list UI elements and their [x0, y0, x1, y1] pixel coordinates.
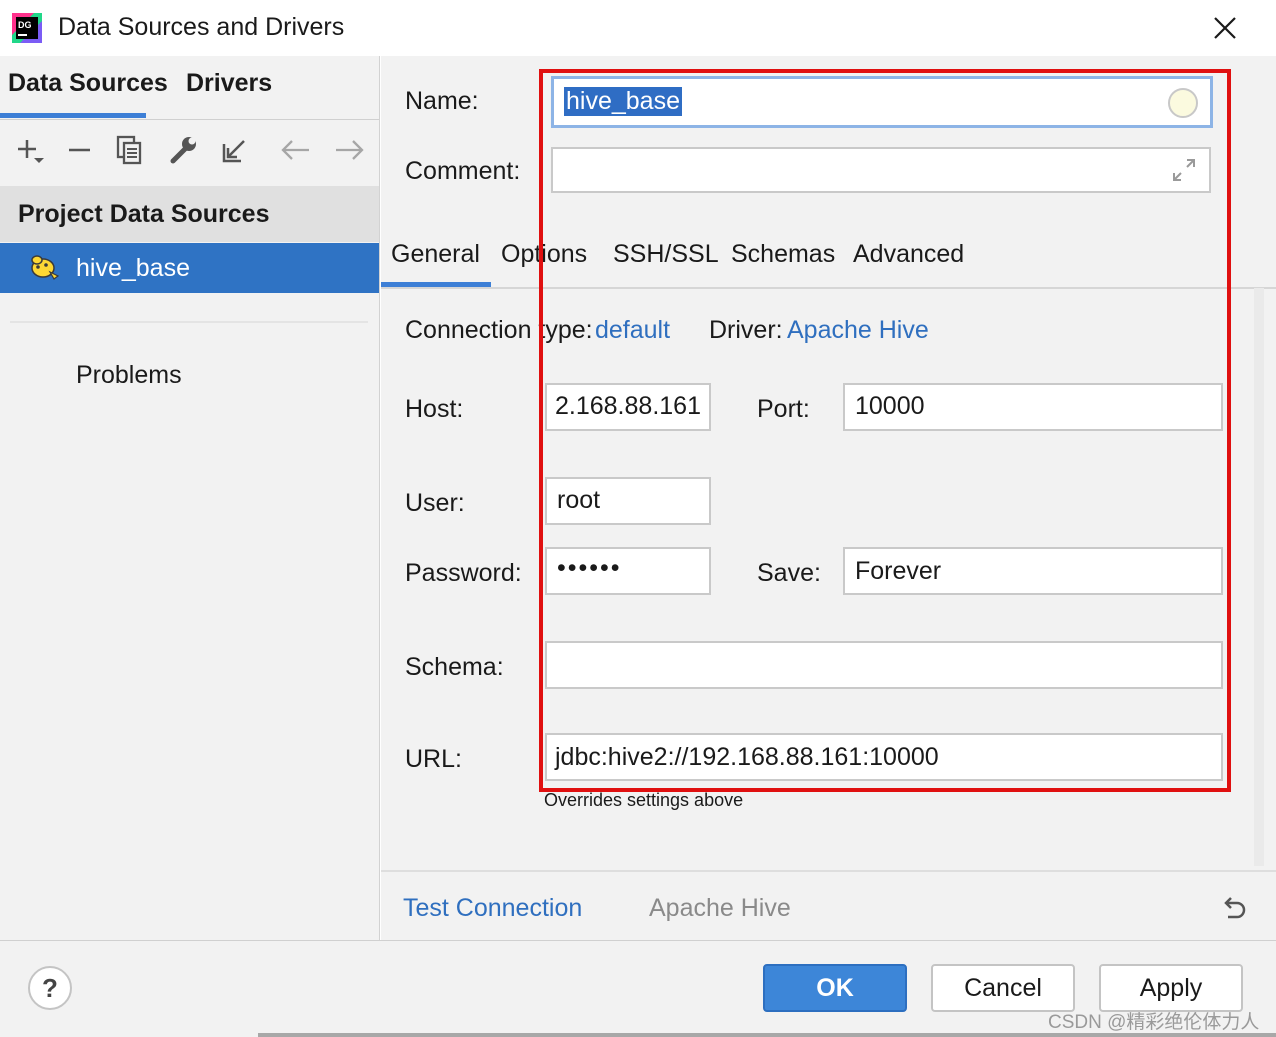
remove-icon	[69, 148, 90, 152]
group-title: Project Data Sources	[18, 200, 270, 228]
undo-icon	[1224, 897, 1246, 919]
user-input-value: root	[557, 486, 601, 514]
name-label: Name:	[405, 87, 479, 115]
watermark-text: CSDN @精彩绝伦体力人	[1048, 1012, 1260, 1033]
import-button[interactable]	[217, 132, 253, 168]
save-label: Save:	[757, 559, 821, 587]
driver-label: Driver:	[709, 316, 783, 344]
port-label: Port:	[757, 395, 810, 423]
app-icon-text: DG	[18, 20, 32, 30]
save-dropdown-value: Forever	[855, 557, 942, 585]
cancel-button[interactable]: Cancel	[931, 964, 1075, 1012]
url-label: URL:	[405, 745, 462, 773]
add-button[interactable]	[12, 132, 48, 168]
active-tab-indicator	[381, 282, 491, 287]
close-button[interactable]	[1205, 8, 1245, 48]
window-bottom-edge	[258, 1033, 1276, 1037]
name-input[interactable]: hive_base	[551, 76, 1213, 128]
wrench-icon	[170, 137, 196, 164]
tab-schemas[interactable]: Schemas	[731, 240, 835, 269]
color-circle-icon[interactable]	[1168, 88, 1198, 118]
duplicate-button[interactable]	[112, 132, 148, 168]
expand-icon[interactable]	[1171, 157, 1197, 183]
sidebar-item-label: hive_base	[76, 254, 190, 282]
url-input[interactable]: jdbc:hive2://192.168.88.161:10000	[545, 733, 1223, 781]
host-input[interactable]: 2.168.88.161	[545, 383, 711, 431]
comment-label: Comment:	[405, 157, 521, 185]
test-connection-link[interactable]: Test Connection	[403, 894, 582, 923]
sidebar-toolbar	[0, 120, 379, 182]
connection-type-label: Connection type:	[405, 316, 593, 344]
import-icon	[222, 140, 245, 163]
sidebar-item-hive-base[interactable]: hive_base	[0, 243, 379, 293]
tab-advanced[interactable]: Advanced	[853, 240, 964, 269]
password-input[interactable]: ••••••	[545, 547, 711, 595]
window-title: Data Sources and Drivers	[58, 13, 345, 41]
dialog-footer: ? OK Cancel Apply CSDN @精彩绝伦体力人	[0, 940, 1276, 1037]
schema-label: Schema:	[405, 653, 504, 681]
vertical-scrollbar[interactable]	[1254, 288, 1264, 866]
settings-tabs: General Options SSH/SSL Schemas Advanced	[381, 226, 1276, 289]
name-input-value: hive_base	[564, 87, 682, 116]
add-icon	[18, 140, 44, 163]
help-button[interactable]: ?	[28, 966, 72, 1010]
back-button[interactable]	[278, 132, 314, 168]
connection-bar: Test Connection Apache Hive	[381, 870, 1276, 940]
title-bar: DG Data Sources and Drivers	[0, 0, 1276, 56]
driver-link[interactable]: Apache Hive	[787, 316, 929, 345]
sidebar-divider	[10, 321, 368, 323]
tab-general[interactable]: General	[391, 240, 480, 269]
ok-button[interactable]: OK	[763, 964, 907, 1012]
user-label: User:	[405, 489, 465, 517]
url-helper-text: Overrides settings above	[544, 790, 744, 810]
save-dropdown[interactable]: Forever	[843, 547, 1223, 595]
driver-name-label: Apache Hive	[649, 894, 791, 922]
connection-type-link[interactable]: default	[595, 316, 670, 345]
user-input[interactable]: root	[545, 477, 711, 525]
password-input-value: ••••••	[557, 554, 622, 582]
port-input-value: 10000	[855, 392, 925, 420]
revert-button[interactable]	[1219, 894, 1249, 924]
data-source-form: Name: hive_base Comment: General Options…	[381, 56, 1276, 940]
tab-options[interactable]: Options	[501, 240, 587, 269]
tab-ssh-ssl[interactable]: SSH/SSL	[613, 240, 719, 269]
close-icon	[1214, 17, 1236, 39]
forward-arrow-icon	[336, 140, 364, 160]
active-tab-indicator	[0, 113, 146, 118]
forward-button[interactable]	[331, 132, 367, 168]
datagrip-icon: DG	[12, 13, 42, 43]
hive-icon	[28, 252, 60, 282]
sidebar-item-problems[interactable]: Problems	[76, 361, 182, 390]
apply-button[interactable]: Apply	[1099, 964, 1243, 1012]
sidebar: Data Sources Drivers Project Data Source…	[0, 56, 380, 940]
group-header-project-data-sources[interactable]: Project Data Sources	[0, 186, 379, 242]
port-input[interactable]: 10000	[843, 383, 1223, 431]
remove-button[interactable]	[62, 132, 98, 168]
properties-button[interactable]	[165, 132, 201, 168]
schema-input[interactable]	[545, 641, 1223, 689]
host-label: Host:	[405, 395, 464, 423]
back-arrow-icon	[281, 140, 309, 160]
url-input-value: jdbc:hive2://192.168.88.161:10000	[555, 743, 939, 771]
tab-drivers[interactable]: Drivers	[186, 69, 272, 98]
duplicate-icon	[116, 135, 142, 165]
host-input-value: 2.168.88.161	[555, 392, 701, 420]
tab-data-sources[interactable]: Data Sources	[8, 69, 168, 98]
password-label: Password:	[405, 559, 522, 587]
sidebar-tabs: Data Sources Drivers	[0, 56, 379, 120]
comment-input[interactable]	[551, 147, 1211, 193]
